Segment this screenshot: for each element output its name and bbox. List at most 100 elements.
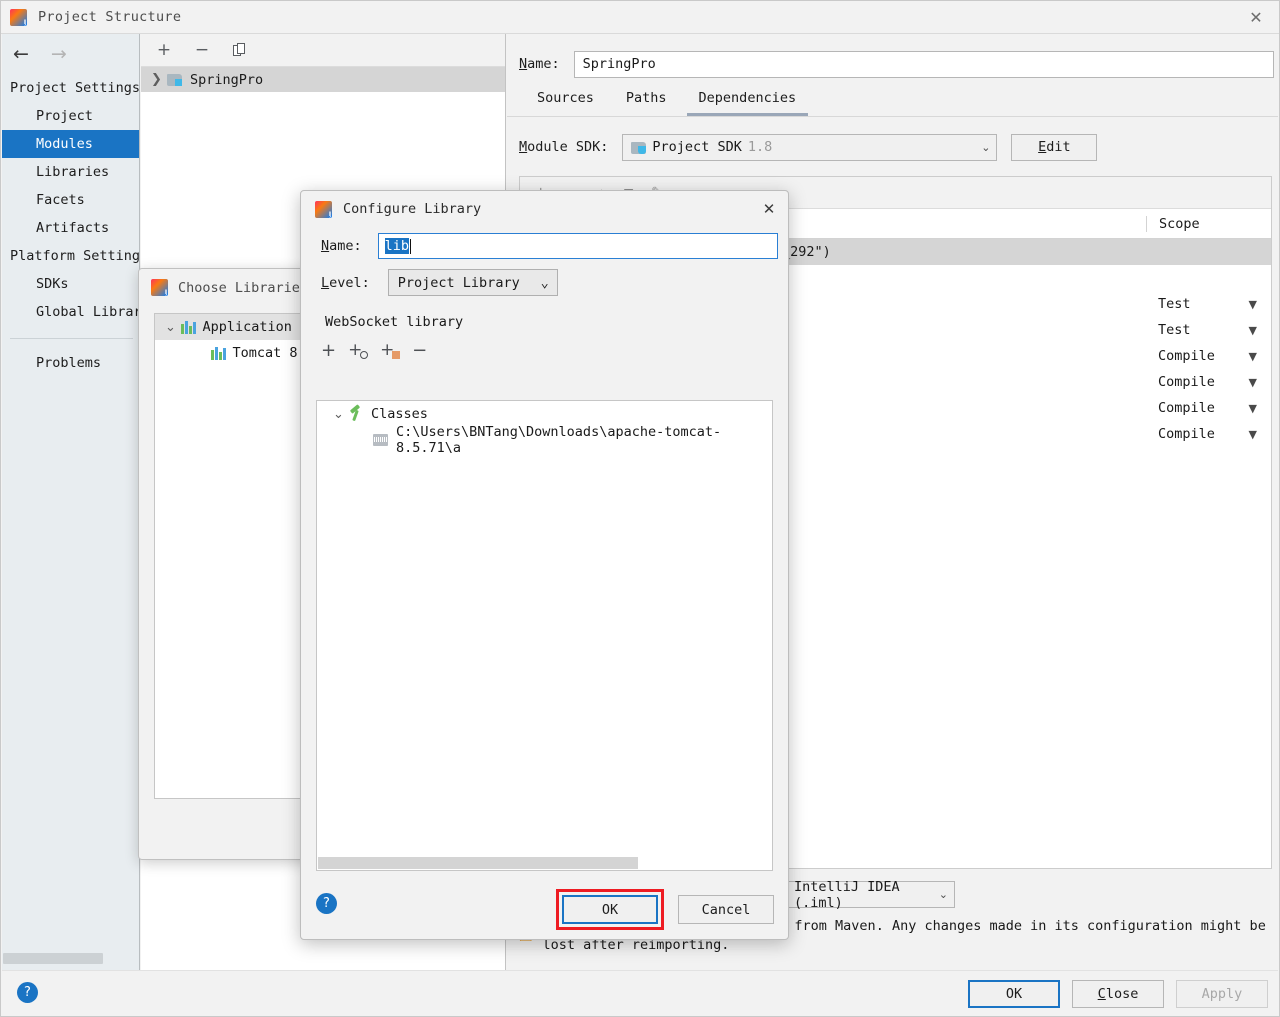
column-header-scope: Scope	[1146, 215, 1271, 232]
library-level-label: Level:	[321, 274, 370, 291]
module-name-input[interactable]: SpringPro	[573, 50, 1274, 78]
sidebar-nav: ← →	[2, 34, 139, 74]
chevron-down-icon[interactable]: ▼	[1249, 428, 1257, 441]
ok-button-highlight: OK	[556, 889, 664, 930]
sidebar-item-sdks[interactable]: SDKs	[2, 270, 139, 298]
sidebar-item-artifacts[interactable]: Artifacts	[2, 214, 139, 242]
chevron-down-icon[interactable]: ▼	[1249, 402, 1257, 415]
tab-sources[interactable]: Sources	[525, 86, 606, 116]
plus-icon[interactable]: +	[153, 39, 175, 61]
choose-libraries-title: Choose Libraries	[178, 279, 309, 296]
dependency-scope[interactable]: Compile ▼	[1146, 400, 1271, 416]
chevron-down-icon[interactable]: ▼	[1249, 350, 1257, 363]
configure-library-buttons: OK Cancel	[556, 889, 774, 930]
chevron-down-icon[interactable]: ▼	[1249, 376, 1257, 389]
window-title: Project Structure	[38, 9, 182, 25]
sidebar-divider	[10, 338, 133, 339]
window-footer: ? OK Close Apply	[2, 970, 1278, 1015]
copy-icon[interactable]	[229, 39, 251, 61]
format-value: IntelliJ IDEA (.iml)	[794, 878, 900, 911]
module-sdk-select[interactable]: Project SDK 1.8 ⌄	[622, 133, 998, 161]
sidebar-item-problems[interactable]: Problems	[2, 349, 139, 377]
library-name-input[interactable]: lib	[377, 233, 778, 259]
module-name-value: SpringPro	[582, 56, 656, 72]
dependencies-storage-format-select[interactable]: IntelliJ IDEA (.iml) ⌄	[785, 878, 955, 911]
dependency-scope[interactable]: Compile ▼	[1146, 426, 1271, 442]
dependency-scope[interactable]: Test ▼	[1146, 296, 1271, 312]
library-bars-icon	[211, 346, 226, 360]
sidebar-item-project[interactable]: Project	[2, 102, 139, 130]
ok-button[interactable]: OK	[562, 895, 658, 924]
cancel-button[interactable]: Cancel	[678, 895, 774, 924]
tree-node-springpro[interactable]: ❯ SpringPro	[141, 67, 505, 92]
configure-library-title: Configure Library	[343, 201, 482, 217]
minus-icon[interactable]: −	[412, 340, 427, 361]
dependency-scope[interactable]: Compile ▼	[1146, 374, 1271, 390]
configure-library-dialog: Configure Library ✕ Name: lib Level: Pro…	[300, 190, 789, 940]
chevron-down-icon[interactable]: ▼	[1249, 298, 1257, 311]
edit-sdk-button[interactable]: Edit	[1011, 133, 1098, 161]
library-level-row: Level: Project Library ⌄	[301, 269, 788, 296]
plus-from-module-icon[interactable]: +	[380, 341, 401, 359]
sidebar-horizontal-scrollbar[interactable]	[3, 953, 103, 964]
list-item[interactable]: C:\Users\BNTang\Downloads\apache-tomcat-…	[317, 424, 772, 456]
configure-library-titlebar: Configure Library ✕	[301, 191, 788, 227]
arrow-left-icon[interactable]: ←	[13, 43, 29, 65]
library-name-value: lib	[384, 238, 410, 254]
tab-paths[interactable]: Paths	[614, 86, 679, 116]
intellij-idea-icon	[10, 8, 27, 26]
jar-archive-icon	[373, 434, 388, 446]
intellij-idea-icon	[315, 200, 332, 218]
sdk-folder-icon	[631, 141, 647, 154]
chevron-down-icon[interactable]: ▼	[1249, 324, 1257, 337]
library-bars-icon	[181, 320, 196, 334]
chevron-down-icon[interactable]: ⌄	[165, 320, 181, 335]
chevron-down-icon[interactable]: ⌄	[541, 275, 549, 291]
module-folder-icon	[167, 73, 182, 86]
library-roots-tree: ⌄ Classes C:\Users\BNTang\Downloads\apac…	[316, 400, 773, 871]
module-tabs: Sources Paths Dependencies	[507, 82, 1278, 116]
list-item-label: C:\Users\BNTang\Downloads\apache-tomcat-…	[396, 424, 722, 456]
help-icon[interactable]: ?	[316, 893, 337, 914]
module-sdk-value: Project SDK	[652, 139, 742, 155]
arrow-right-icon[interactable]: →	[51, 43, 67, 65]
modules-toolbar: + −	[141, 34, 505, 67]
apply-button: Apply	[1176, 980, 1268, 1008]
module-name-label: Name:	[519, 56, 560, 72]
settings-sidebar: ← → Project Settings Project Modules Lib…	[2, 34, 140, 973]
dependency-scope[interactable]: Compile ▼	[1146, 348, 1271, 364]
plus-from-maven-icon[interactable]: +	[348, 341, 369, 359]
ok-button[interactable]: OK	[968, 980, 1060, 1008]
plus-icon[interactable]: +	[321, 340, 336, 361]
library-roots-horizontal-scrollbar[interactable]	[318, 857, 638, 869]
close-icon[interactable]: ✕	[754, 194, 784, 223]
library-name-label: Name:	[321, 238, 362, 254]
footer-buttons: OK Close Apply	[968, 980, 1268, 1008]
tabs-divider	[507, 116, 1278, 117]
chevron-down-icon[interactable]: ⌄	[981, 141, 990, 154]
classes-hammer-icon	[349, 407, 364, 421]
minus-icon[interactable]: −	[191, 39, 213, 61]
sidebar-item-libraries[interactable]: Libraries	[2, 158, 139, 186]
library-level-value: Project Library	[397, 274, 520, 291]
dependency-scope[interactable]: Test ▼	[1146, 322, 1271, 338]
configure-library-footer: ? OK Cancel	[301, 877, 788, 939]
module-sdk-row: Module SDK: Project SDK 1.8 ⌄ Edit	[507, 132, 1278, 162]
sidebar-group-platform-settings: Platform Settings	[10, 248, 139, 264]
chevron-right-icon[interactable]: ❯	[151, 72, 167, 87]
close-icon[interactable]: ✕	[1233, 1, 1279, 33]
tree-node-label: SpringPro	[190, 71, 264, 88]
help-icon[interactable]: ?	[17, 982, 38, 1003]
chevron-down-icon[interactable]: ⌄	[939, 888, 948, 901]
chevron-down-icon[interactable]: ⌄	[333, 407, 349, 422]
library-level-select[interactable]: Project Library ⌄	[387, 269, 558, 296]
sidebar-group-project-settings: Project Settings	[10, 80, 139, 96]
close-button[interactable]: Close	[1072, 980, 1164, 1008]
intellij-idea-icon	[151, 279, 168, 296]
sidebar-item-modules[interactable]: Modules	[2, 130, 139, 158]
library-section-title: WebSocket library	[325, 314, 464, 330]
tab-dependencies[interactable]: Dependencies	[686, 86, 809, 116]
module-sdk-version: 1.8	[747, 139, 773, 155]
sidebar-item-facets[interactable]: Facets	[2, 186, 139, 214]
sidebar-item-global-libraries[interactable]: Global Libraries	[2, 298, 139, 326]
